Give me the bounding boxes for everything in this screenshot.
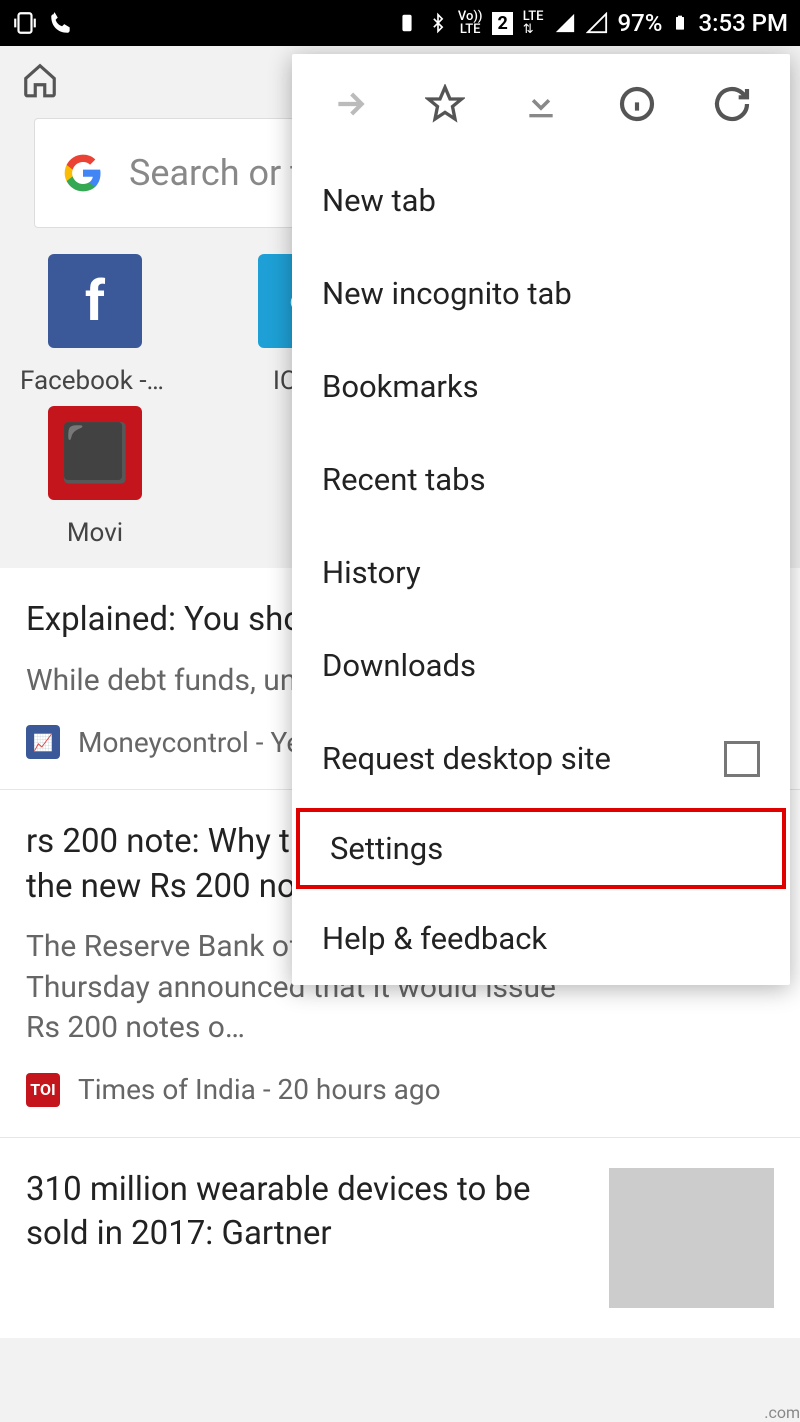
refresh-icon[interactable] <box>708 80 756 128</box>
watermark: .com <box>764 1403 800 1422</box>
article-source: Times of India - 20 hours ago <box>78 1073 441 1106</box>
battery-pct: 97% <box>618 9 663 37</box>
menu-help[interactable]: Help & feedback <box>292 892 790 985</box>
menu-settings[interactable]: Settings <box>296 808 786 889</box>
menu-new-tab[interactable]: New tab <box>292 154 790 247</box>
battery-saver-icon <box>396 12 418 34</box>
shortcut-movies[interactable]: ⬛Movi <box>20 406 170 548</box>
vibrate-icon <box>12 10 38 36</box>
home-button[interactable] <box>20 60 60 100</box>
shortcut-facebook[interactable]: fFacebook - … <box>20 254 170 396</box>
clock: 3:53 PM <box>698 9 788 37</box>
menu-downloads[interactable]: Downloads <box>292 619 790 712</box>
desktop-checkbox[interactable] <box>724 741 760 777</box>
download-icon[interactable] <box>517 80 565 128</box>
battery-icon <box>672 11 688 35</box>
article-title: 310 million wearable devices to be sold … <box>26 1168 585 1257</box>
menu-new-incognito[interactable]: New incognito tab <box>292 247 790 340</box>
menu-history[interactable]: History <box>292 526 790 619</box>
article-source: Moneycontrol - Yest <box>78 726 325 759</box>
volte-icon: Vo))LTE <box>458 10 483 36</box>
sim-indicator: 2 <box>492 12 512 35</box>
lte-icon: LTE⇅ <box>523 10 544 36</box>
menu-bookmarks[interactable]: Bookmarks <box>292 340 790 433</box>
google-logo-icon <box>63 153 103 193</box>
overflow-menu: New tab New incognito tab Bookmarks Rece… <box>292 54 790 985</box>
article-thumbnail <box>609 1168 774 1308</box>
status-bar: Vo))LTE 2 LTE⇅ 97% 3:53 PM <box>0 0 800 46</box>
star-icon[interactable] <box>421 80 469 128</box>
source-badge-icon: 📈 <box>26 725 60 759</box>
info-icon[interactable] <box>613 80 661 128</box>
menu-recent-tabs[interactable]: Recent tabs <box>292 433 790 526</box>
source-badge-icon: TOI <box>26 1073 60 1107</box>
signal2-icon <box>586 12 608 34</box>
menu-request-desktop[interactable]: Request desktop site <box>292 712 790 805</box>
call-icon <box>48 10 74 36</box>
forward-icon[interactable] <box>326 80 374 128</box>
bluetooth-icon <box>428 11 448 35</box>
signal-icon <box>554 12 576 34</box>
article[interactable]: 310 million wearable devices to be sold … <box>0 1138 800 1338</box>
